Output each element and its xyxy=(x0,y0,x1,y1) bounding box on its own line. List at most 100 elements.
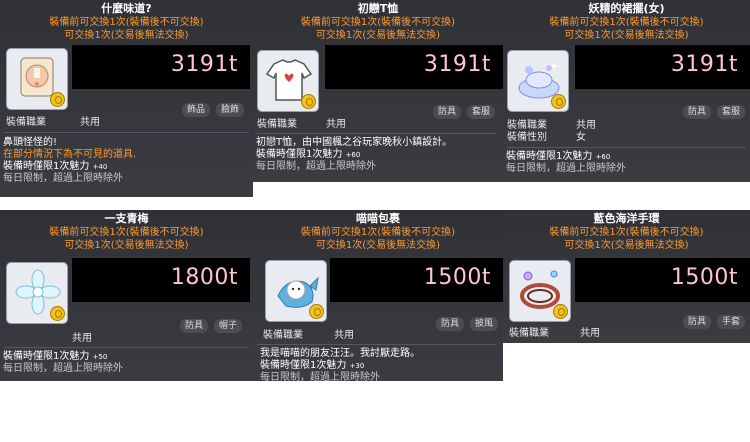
charm-label: 裝備時僅限1次魅力 xyxy=(260,360,347,371)
job-label: 裝備職業 xyxy=(263,330,303,341)
desc-line-1: 初戀T恤，由中國楓之谷玩家晚秋小鎮設計。 xyxy=(256,137,453,148)
item-icon xyxy=(257,50,319,112)
divider xyxy=(507,147,745,148)
price-text: 3191t xyxy=(170,52,238,77)
category-tag: 防具 xyxy=(180,319,209,333)
trade-restriction-2: 可交換1次(交易後無法交換) xyxy=(315,30,441,41)
item-description: 初戀T恤，由中國楓之谷玩家晚秋小鎮設計。 裝備時僅限1次魅力 +60 每日限制，… xyxy=(256,137,452,173)
price-text: 3191t xyxy=(423,52,491,77)
item-name: 初戀T恤 xyxy=(357,2,399,15)
trade-restriction-1: 裝備前可交換1次(裝備後不可交換) xyxy=(549,17,704,28)
daily-limit: 每日限制，超過上限時除外 xyxy=(260,372,380,381)
charm-label: 裝備時僅限1次魅力 xyxy=(506,151,593,162)
item-tooltip-6: 藍色海洋手環 裝備前可交換1次(裝備後不可交換) 可交換1次(交易後無法交換) … xyxy=(503,210,750,343)
desc-line-2: 在部分情況下為不可見的道具. xyxy=(3,149,137,160)
category-tag: 防具 xyxy=(433,105,462,119)
job-label: 裝備職業 xyxy=(257,119,297,130)
divider xyxy=(4,347,249,348)
trade-restriction-2: 可交換1次(交易後無法交換) xyxy=(564,240,689,251)
item-icon xyxy=(265,260,327,322)
subcategory-tag: 帽子 xyxy=(214,319,243,333)
job-label: 裝備職業 xyxy=(507,120,547,131)
trade-restriction-1: 裝備前可交換1次(裝備後不可交換) xyxy=(300,227,456,238)
trade-restriction-1: 裝備前可交換1次(裝備後不可交換) xyxy=(300,17,456,28)
price-text: 1500t xyxy=(423,265,491,290)
charm-value: +60 xyxy=(595,153,611,161)
price-box: 3191t xyxy=(325,45,503,89)
charm-value: +60 xyxy=(345,151,361,159)
job-label: 裝備職業 xyxy=(509,328,549,339)
price-box: 1500t xyxy=(330,258,503,302)
gender-label: 裝備性別 xyxy=(507,132,547,143)
job-value: 共用 xyxy=(72,333,92,344)
trade-restriction-1: 裝備前可交換1次(裝備後不可交換) xyxy=(49,17,204,28)
item-icon xyxy=(6,48,68,110)
trade-restriction-2: 可交換1次(交易後無法交換) xyxy=(315,240,441,251)
item-description: 裝備時僅限1次魅力 +50 每日限制，超過上限時除外 xyxy=(3,351,123,375)
subcategory-tag: 披風 xyxy=(470,317,499,331)
charm-label: 裝備時僅限1次魅力 xyxy=(3,351,90,362)
cash-coin-icon xyxy=(50,306,65,321)
price-text: 3191t xyxy=(670,52,738,77)
job-label: 裝備職業 xyxy=(6,117,46,128)
trade-restriction-1: 裝備前可交換1次(裝備後不可交換) xyxy=(549,227,704,238)
item-description: 鼻頭怪怪的! 在部分情況下為不可見的道具. 裝備時僅限1次魅力 +40 每日限制… xyxy=(3,137,136,185)
charm-label: 裝備時僅限1次魅力 xyxy=(256,149,343,160)
cash-coin-icon xyxy=(309,304,324,319)
daily-limit: 每日限制，超過上限時除外 xyxy=(256,161,376,172)
item-icon xyxy=(6,262,68,324)
subcategory-tag: 手套 xyxy=(717,315,746,329)
item-tooltip-2: 初戀T恤 裝備前可交換1次(裝備後不可交換) 可交換1次(交易後無法交換) 31… xyxy=(253,0,503,182)
category-tag: 飾品 xyxy=(182,103,211,117)
item-description: 我是喵喵的朋友汪汪。我討厭走路。 裝備時僅限1次魅力 +30 每日限制，超過上限… xyxy=(260,348,420,381)
item-name: 妖精的裙擺(女) xyxy=(588,2,665,15)
item-description: 裝備時僅限1次魅力 +60 每日限制，超過上限時除外 xyxy=(506,151,626,175)
item-name: 喵喵包裹 xyxy=(356,212,400,225)
job-value: 共用 xyxy=(80,117,100,128)
desc-line-1: 我是喵喵的朋友汪汪。我討厭走路。 xyxy=(260,348,420,359)
daily-limit: 每日限制，超過上限時除外 xyxy=(3,363,123,374)
job-value: 共用 xyxy=(326,119,346,130)
charm-value: +50 xyxy=(92,353,108,361)
cash-coin-icon xyxy=(50,92,65,107)
item-icon xyxy=(509,260,571,322)
subcategory-tag: 套服 xyxy=(467,105,496,119)
item-name: 一支青梅 xyxy=(104,212,149,225)
job-value: 共用 xyxy=(580,328,600,339)
item-tooltip-3: 妖精的裙擺(女) 裝備前可交換1次(裝備後不可交換) 可交換1次(交易後無法交換… xyxy=(503,0,750,182)
charm-label: 裝備時僅限1次魅力 xyxy=(3,161,90,172)
price-box: 3191t xyxy=(72,45,250,89)
divider xyxy=(257,344,497,345)
charm-value: +40 xyxy=(92,163,108,171)
charm-value: +30 xyxy=(349,362,365,370)
price-box: 3191t xyxy=(575,45,750,89)
item-tooltip-5: 喵喵包裹 裝備前可交換1次(裝備後不可交換) 可交換1次(交易後無法交換) 15… xyxy=(253,210,503,381)
category-tag: 防具 xyxy=(683,315,712,329)
subcategory-tag: 臉飾 xyxy=(216,103,245,117)
job-value: 共用 xyxy=(334,330,354,341)
item-tooltip-1: 什麼味道? 裝備前可交換1次(裝備後不可交換) 可交換1次(交易後無法交換) 3… xyxy=(0,0,253,197)
job-value: 共用 xyxy=(576,120,596,131)
divider xyxy=(257,133,497,134)
cash-coin-icon xyxy=(551,94,566,109)
trade-restriction-2: 可交換1次(交易後無法交換) xyxy=(564,30,689,41)
gender-value: 女 xyxy=(576,132,586,143)
category-tag: 防具 xyxy=(436,317,465,331)
price-box: 1500t xyxy=(575,258,750,302)
category-tag: 防具 xyxy=(683,105,712,119)
item-icon xyxy=(507,50,569,112)
item-name: 什麼味道? xyxy=(101,2,152,15)
daily-limit: 每日限制，超過上限時除外 xyxy=(3,173,123,184)
desc-line-1: 鼻頭怪怪的! xyxy=(3,137,58,148)
price-text: 1800t xyxy=(170,265,238,290)
trade-restriction-2: 可交換1次(交易後無法交換) xyxy=(64,240,189,251)
price-text: 1500t xyxy=(670,265,738,290)
cash-coin-icon xyxy=(301,94,316,109)
subcategory-tag: 套服 xyxy=(717,105,746,119)
price-box: 1800t xyxy=(72,258,250,302)
item-name: 藍色海洋手環 xyxy=(593,212,660,225)
trade-restriction-1: 裝備前可交換1次(裝備後不可交換) xyxy=(49,227,204,238)
trade-restriction-2: 可交換1次(交易後無法交換) xyxy=(64,30,189,41)
item-tooltip-4: 一支青梅 裝備前可交換1次(裝備後不可交換) 可交換1次(交易後無法交換) 18… xyxy=(0,210,253,381)
daily-limit: 每日限制，超過上限時除外 xyxy=(506,163,626,174)
